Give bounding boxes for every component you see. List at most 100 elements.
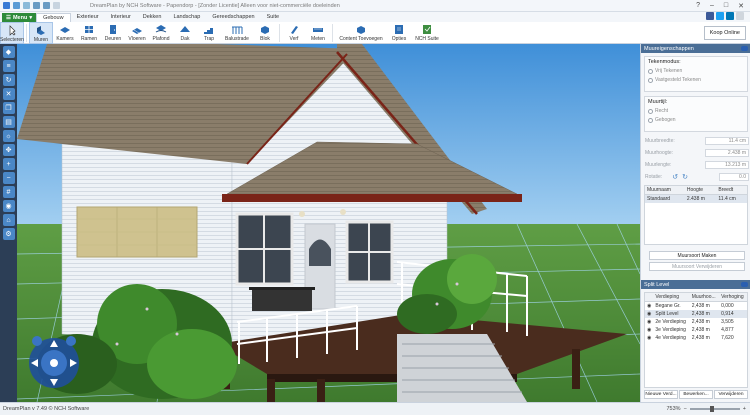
settings-icon[interactable]: ⚙ <box>2 228 15 240</box>
undo-icon[interactable] <box>33 2 40 9</box>
options-button[interactable]: Opties <box>387 22 411 44</box>
select-tool-button[interactable]: Selecteren <box>0 22 24 44</box>
radio-fixed-draw[interactable]: Vastgesteld Tekenen <box>648 77 744 83</box>
delete-level-button[interactable]: Verwijderen <box>714 390 748 399</box>
tab-landschap[interactable]: Landschap <box>167 13 206 22</box>
pin-icon[interactable] <box>741 46 748 51</box>
wall-types-table: Muurnaam Hoogte Breedt Standaard 2.438 m… <box>644 185 748 245</box>
zoom-out-icon[interactable]: − <box>684 406 687 412</box>
railing-tool-button[interactable]: Balustrade <box>221 22 253 44</box>
col-header-width[interactable]: Breedt <box>716 186 747 195</box>
tab-gebouw[interactable]: Gebouw <box>36 13 71 22</box>
table-row[interactable]: ◉ 2e Verdieping 2,438 m 3,505 <box>645 318 747 326</box>
new-level-button[interactable]: Nieuwe Verd... <box>644 390 678 399</box>
eye-icon[interactable]: ◉ <box>645 326 653 334</box>
camera-icon[interactable]: ◉ <box>2 200 15 212</box>
table-row[interactable]: Standaard 2.438 m 11.4 cm <box>645 194 747 203</box>
lock-icon[interactable]: ⌂ <box>2 214 15 226</box>
wall-height-field[interactable]: 2.438 m <box>705 149 749 157</box>
nch-suite-button[interactable]: NCH Suite <box>411 22 443 44</box>
zoom-in-nav-icon[interactable] <box>32 336 42 346</box>
zoom-out-icon[interactable]: − <box>2 172 15 184</box>
col-header-elevation[interactable]: Verhoging <box>719 293 747 302</box>
help-button[interactable]: ? <box>696 2 700 10</box>
tab-dekken[interactable]: Dekken <box>137 13 168 22</box>
save-icon[interactable] <box>53 2 60 9</box>
zoom-control: 753% − + <box>666 406 750 412</box>
rotation-field[interactable]: 0.0 <box>719 173 749 181</box>
tab-suite[interactable]: Suite <box>261 13 286 22</box>
close-button[interactable]: ✕ <box>738 2 744 10</box>
stairs-tool-button[interactable]: Trap <box>197 22 221 44</box>
block-tool-button[interactable]: Blok <box>253 22 277 44</box>
col-header-name[interactable]: Muurnaam <box>645 186 685 195</box>
col-header-wall-height[interactable]: Muurhoo... <box>689 293 720 302</box>
paint-tool-button[interactable]: Verf <box>282 22 306 44</box>
col-header-height[interactable]: Hoogte <box>684 186 717 195</box>
measure-tool-button[interactable]: Meten <box>306 22 330 44</box>
linkedin-icon[interactable] <box>726 12 734 20</box>
ceiling-tool-button[interactable]: Plafond <box>149 22 173 44</box>
open-file-icon[interactable] <box>23 2 30 9</box>
delete-icon[interactable]: ✕ <box>2 88 15 100</box>
view-3d-icon[interactable]: ◆ <box>2 46 15 58</box>
doors-tool-button[interactable]: Deuren <box>101 22 125 44</box>
layers-icon[interactable]: ≡ <box>2 60 15 72</box>
floors-tool-button[interactable]: Vloeren <box>125 22 149 44</box>
grid-icon[interactable]: # <box>2 186 15 198</box>
eye-icon[interactable]: ◉ <box>645 302 653 311</box>
paste-icon[interactable]: ▤ <box>2 116 15 128</box>
radio-straight[interactable]: Recht <box>648 108 744 114</box>
orbit-icon[interactable]: ☼ <box>2 130 15 142</box>
help-icon[interactable] <box>736 12 744 20</box>
add-content-button[interactable]: Content Toevoegen <box>335 22 387 44</box>
menu-button[interactable]: ☰ Menu ▾ <box>2 13 37 22</box>
table-row[interactable]: ◉ 4e Verdieping 2,438 m 7,620 <box>645 334 747 342</box>
table-row[interactable]: ◉ Split Level 2,438 m 0,914 <box>645 310 747 318</box>
facebook-icon[interactable] <box>706 12 714 20</box>
redo-icon[interactable] <box>43 2 50 9</box>
delete-wall-type-button[interactable]: Muursoort Verwijderen <box>649 262 745 271</box>
tab-exterieur[interactable]: Exterieur <box>71 13 105 22</box>
pan-icon[interactable]: ✥ <box>2 144 15 156</box>
zoom-out-nav-icon[interactable] <box>66 336 76 346</box>
zoom-in-icon[interactable]: + <box>743 406 746 412</box>
edit-level-button[interactable]: Bewerken... <box>679 390 713 399</box>
radio-curved-label: Gebogen <box>655 117 676 123</box>
zoom-slider[interactable] <box>689 406 740 412</box>
copy-icon[interactable]: ❐ <box>2 102 15 114</box>
eye-icon[interactable]: ◉ <box>645 334 653 342</box>
rooms-tool-button[interactable]: Kamers <box>53 22 77 44</box>
rotate-right-icon[interactable]: ↻ <box>682 173 688 181</box>
col-header-level[interactable]: Verdieping <box>653 293 690 302</box>
pin-icon[interactable] <box>741 282 748 287</box>
wall-width-label: Muurbreedte: <box>645 138 675 144</box>
rotate-icon[interactable]: ↻ <box>2 74 15 86</box>
windows-tool-button[interactable]: Ramen <box>77 22 101 44</box>
zoom-slider-thumb[interactable] <box>709 406 714 412</box>
zoom-in-icon[interactable]: + <box>2 158 15 170</box>
roof-tool-button[interactable]: Dak <box>173 22 197 44</box>
wall-length-field[interactable]: 13.213 m <box>705 161 749 169</box>
walls-tool-button[interactable]: Muren <box>29 22 53 44</box>
radio-curved[interactable]: Gebogen <box>648 117 744 123</box>
new-file-icon[interactable] <box>13 2 20 9</box>
wall-width-field[interactable]: 11.4 cm <box>705 137 749 145</box>
eye-icon[interactable]: ◉ <box>645 310 653 318</box>
minimize-button[interactable]: – <box>710 2 714 10</box>
house-scene[interactable] <box>17 44 640 402</box>
table-row[interactable]: ◉ 3e Verdieping 2,438 m 4,877 <box>645 326 747 334</box>
navigation-control[interactable] <box>25 329 83 394</box>
eye-icon[interactable]: ◉ <box>645 318 653 326</box>
twitter-icon[interactable] <box>716 12 724 20</box>
tab-interieur[interactable]: Interieur <box>105 13 137 22</box>
radio-free-draw[interactable]: Vrij Tekenen <box>648 68 744 74</box>
maximize-button[interactable]: □ <box>724 2 728 10</box>
tab-gereedschappen[interactable]: Gereedschappen <box>206 13 260 22</box>
table-row[interactable]: ◉ Begane Gr. 2,438 m 0,000 <box>645 302 747 311</box>
rotate-left-icon[interactable]: ↺ <box>672 173 678 181</box>
buy-online-button[interactable]: Koop Online <box>703 26 746 40</box>
center-icon[interactable] <box>50 359 58 367</box>
create-wall-type-button[interactable]: Muursoort Maken <box>649 251 745 260</box>
3d-viewport[interactable] <box>17 44 640 402</box>
